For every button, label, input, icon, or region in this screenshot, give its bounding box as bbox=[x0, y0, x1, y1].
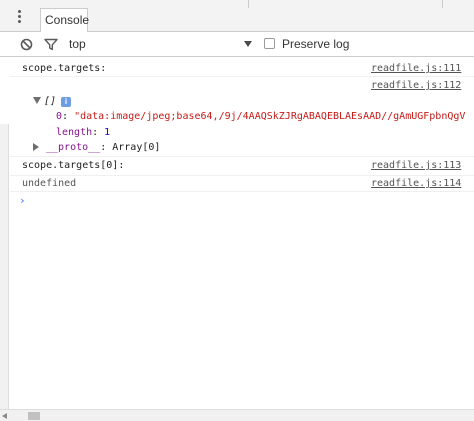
preserve-log-checkbox[interactable] bbox=[264, 38, 275, 49]
property-key: __proto__ bbox=[46, 142, 101, 153]
console-toolbar: top Preserve log bbox=[0, 33, 474, 57]
scroll-left-icon[interactable] bbox=[2, 413, 7, 419]
property-value: 1 bbox=[104, 127, 111, 138]
console-output: scope.targets: readfile.js:111 readfile.… bbox=[0, 58, 474, 409]
array-property[interactable]: __proto__: Array[0] bbox=[46, 142, 160, 153]
expand-triangle-icon[interactable] bbox=[33, 143, 39, 151]
more-menu-icon[interactable] bbox=[18, 10, 22, 24]
console-message-text: undefined bbox=[22, 178, 77, 189]
property-colon: : bbox=[62, 111, 75, 122]
array-property: length: 1 bbox=[56, 127, 110, 138]
tab-console-label: Console bbox=[45, 13, 90, 27]
horizontal-scrollbar[interactable] bbox=[0, 409, 474, 421]
source-link[interactable]: readfile.js:113 bbox=[371, 160, 461, 171]
tab-console[interactable]: Console bbox=[40, 8, 90, 32]
filter-icon[interactable] bbox=[44, 38, 58, 51]
console-gutter bbox=[0, 124, 9, 409]
expand-triangle-icon[interactable] bbox=[33, 97, 41, 104]
context-selector[interactable]: top bbox=[69, 37, 86, 51]
property-value: Array[0] bbox=[112, 142, 161, 153]
source-link[interactable]: readfile.js:112 bbox=[371, 80, 461, 91]
clear-console-icon[interactable] bbox=[20, 38, 33, 51]
array-preview[interactable]: [] bbox=[44, 96, 56, 107]
info-icon[interactable]: i bbox=[61, 97, 71, 107]
preserve-log-label: Preserve log bbox=[282, 37, 350, 51]
property-key: length bbox=[56, 127, 93, 138]
console-message-text: scope.targets[0]: bbox=[22, 160, 125, 171]
divider bbox=[248, 0, 249, 8]
console-prompt[interactable]: › bbox=[19, 194, 26, 207]
chevron-down-icon[interactable] bbox=[244, 41, 252, 47]
divider bbox=[442, 0, 443, 8]
property-colon: : bbox=[92, 127, 105, 138]
scrollbar-thumb[interactable] bbox=[28, 412, 40, 420]
property-colon: : bbox=[100, 142, 113, 153]
console-message-text: scope.targets: bbox=[22, 63, 107, 74]
source-link[interactable]: readfile.js:114 bbox=[371, 178, 461, 189]
array-property: 0: "data:image/jpeg;base64,/9j/4AAQSkZJR… bbox=[56, 111, 465, 122]
source-link[interactable]: readfile.js:111 bbox=[371, 63, 461, 74]
devtools-tabbar: Console bbox=[0, 0, 474, 32]
property-value[interactable]: "data:image/jpeg;base64,/9j/4AAQSkZJRgAB… bbox=[74, 111, 465, 122]
